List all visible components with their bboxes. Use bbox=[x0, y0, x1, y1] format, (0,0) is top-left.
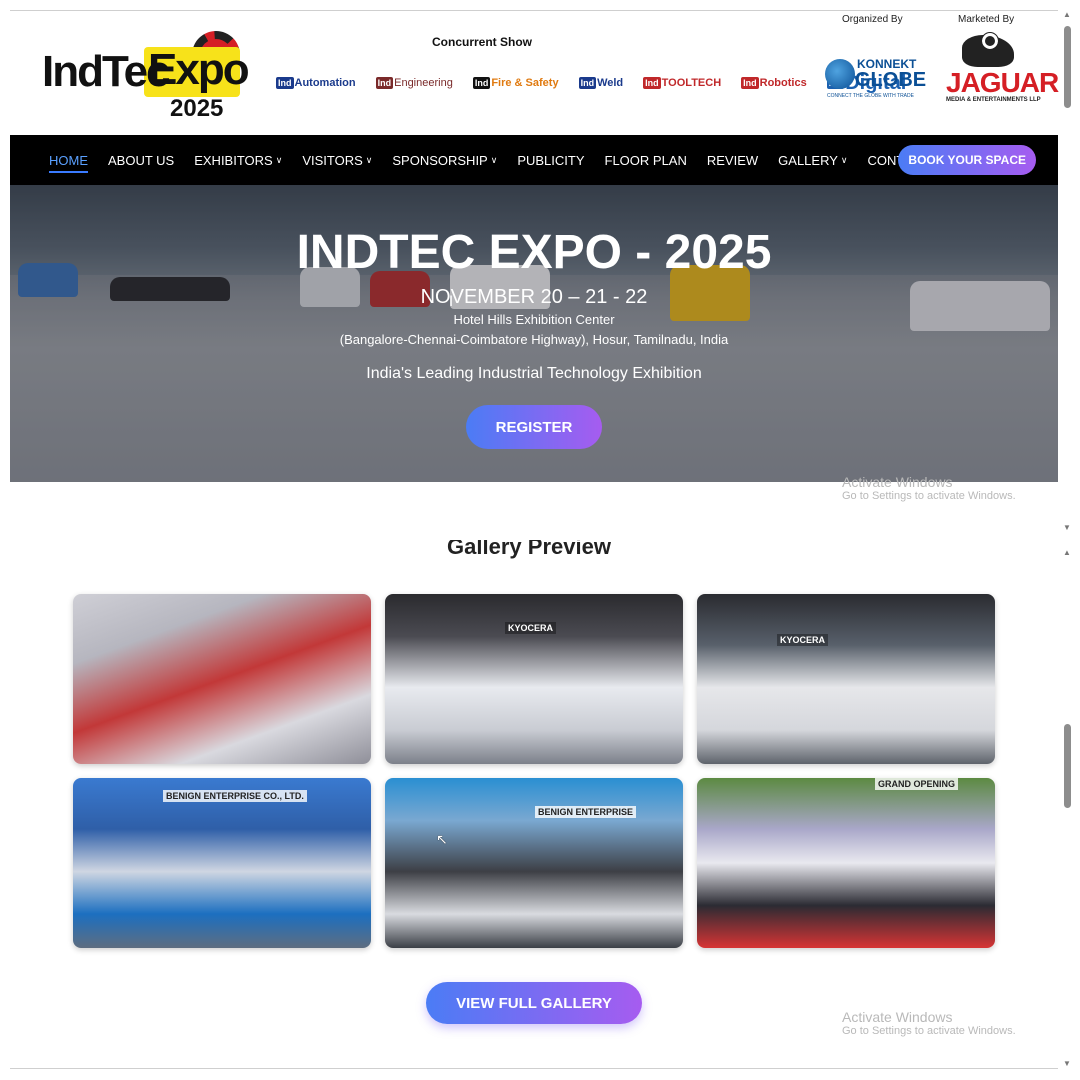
hero-banner: INDTEC EXPO - 2025 NOVEMBER 20 – 21 - 22… bbox=[10, 185, 1058, 482]
nav-publicity[interactable]: PUBLICITY bbox=[517, 153, 584, 168]
scrollbar[interactable]: ▲ ▼ bbox=[1062, 10, 1072, 532]
scrollbar-thumb[interactable] bbox=[1064, 724, 1071, 808]
ind-tooltech-logo[interactable]: Ind TOOLTECH bbox=[643, 77, 721, 89]
nav-floor-plan[interactable]: FLOOR PLAN bbox=[605, 153, 687, 168]
nav-exhibitors[interactable]: EXHIBITORS ∨ bbox=[194, 153, 282, 168]
gallery-image[interactable]: GRAND OPENING bbox=[697, 778, 995, 948]
nav-home[interactable]: HOME bbox=[49, 153, 88, 173]
gallery-image[interactable]: KYOCERA bbox=[697, 594, 995, 764]
scroll-up-icon[interactable]: ▲ bbox=[1062, 548, 1072, 557]
ind-weld-logo[interactable]: Ind Weld bbox=[578, 77, 623, 89]
gallery-title: Gallery Preview bbox=[447, 540, 611, 559]
nav-about-us[interactable]: ABOUT US bbox=[108, 153, 174, 168]
nav-sponsorship[interactable]: SPONSORSHIP ∨ bbox=[392, 153, 497, 168]
text-cursor-icon: I bbox=[449, 294, 454, 310]
chevron-down-icon: ∨ bbox=[365, 154, 373, 165]
book-your-space-button[interactable]: BOOK YOUR SPACE bbox=[898, 145, 1036, 175]
concurrent-show-label: Concurrent Show bbox=[432, 35, 533, 49]
event-dates: NOVEMBER 20 – 21 - 22 bbox=[420, 286, 648, 308]
organized-by-label: Organized By bbox=[842, 14, 903, 25]
event-address: (Bangalore-Chennai-Coimbatore Highway), … bbox=[339, 332, 729, 347]
chevron-down-icon: ∨ bbox=[275, 154, 283, 165]
hero-title: INDTEC EXPO - 2025 bbox=[296, 226, 772, 279]
nav-gallery[interactable]: GALLERY ∨ bbox=[778, 153, 847, 168]
main-navbar: HOME ABOUT US EXHIBITORS ∨ VISITORS ∨ SPON… bbox=[10, 135, 1058, 185]
activate-windows-watermark: Activate Windows Go to Settings to activ… bbox=[842, 474, 1016, 502]
activate-windows-watermark: Activate Windows Go to Settings to activ… bbox=[842, 1009, 1016, 1037]
scroll-up-icon[interactable]: ▲ bbox=[1062, 10, 1072, 19]
hero-tagline: India's Leading Industrial Technology Ex… bbox=[366, 365, 702, 382]
scroll-down-icon[interactable]: ▼ bbox=[1062, 523, 1072, 532]
chevron-down-icon: ∨ bbox=[840, 154, 848, 165]
ind-automation-logo[interactable]: Ind Automation bbox=[276, 77, 356, 89]
scroll-down-icon[interactable]: ▼ bbox=[1062, 1059, 1072, 1068]
gallery-section: Gallery Preview KYOCERA KYOCERA BENIGN E… bbox=[0, 540, 1080, 1080]
konnekt-globe-logo[interactable]: KONNEKT GLOBE CONNECT THE GLOBE WITH TRA… bbox=[825, 57, 926, 105]
mouse-pointer-icon: ↖ bbox=[436, 832, 448, 848]
ind-engineering-logo[interactable]: Ind Engineering bbox=[375, 77, 453, 89]
page-top-section: IndTec Expo 2025 Concurrent Show Organiz… bbox=[0, 0, 1080, 540]
concurrent-show-logos: Ind Automation Ind Engineering Ind Fire & S… bbox=[276, 63, 906, 103]
gallery-image[interactable] bbox=[73, 594, 371, 764]
gallery-image[interactable]: BENIGN ENTERPRISE CO., LTD. bbox=[73, 778, 371, 948]
ind-fire-safety-logo[interactable]: Ind Fire & Safety bbox=[472, 77, 559, 89]
logo-year: 2025 bbox=[170, 95, 224, 122]
film-reel-icon bbox=[981, 32, 999, 50]
view-full-gallery-button[interactable]: VIEW FULL GALLERY bbox=[426, 982, 642, 1024]
chevron-down-icon: ∨ bbox=[490, 154, 498, 165]
logo-text-part2: Expo bbox=[148, 45, 250, 94]
nav-visitors[interactable]: VISITORS ∨ bbox=[302, 153, 372, 168]
gallery-image[interactable]: BENIGN ENTERPRISE bbox=[385, 778, 683, 948]
scrollbar-thumb[interactable] bbox=[1064, 26, 1071, 108]
marketed-by-label: Marketed By bbox=[958, 14, 1015, 25]
ind-robotics-logo[interactable]: Ind Robotics bbox=[741, 77, 807, 89]
globe-icon bbox=[825, 59, 855, 89]
register-button[interactable]: REGISTER bbox=[466, 405, 602, 449]
jaguar-media-logo[interactable]: JAGUAR MEDIA & ENTERTAINMENTS LLP bbox=[946, 32, 1059, 107]
indtec-expo-logo[interactable]: IndTec Expo 2025 bbox=[42, 29, 250, 125]
browser-viewport: IndTec Expo 2025 Concurrent Show Organiz… bbox=[0, 0, 1080, 1080]
gallery-image[interactable]: KYOCERA bbox=[385, 594, 683, 764]
scrollbar[interactable]: ▲ ▼ bbox=[1062, 548, 1072, 1068]
divider bbox=[10, 1068, 1058, 1069]
event-venue: Hotel Hills Exhibition Center bbox=[453, 312, 615, 327]
nav-review[interactable]: REVIEW bbox=[707, 153, 758, 168]
site-header: IndTec Expo 2025 Concurrent Show Organiz… bbox=[10, 11, 1059, 135]
nav-menu: HOME ABOUT US EXHIBITORS ∨ VISITORS ∨ SPON… bbox=[49, 135, 951, 185]
